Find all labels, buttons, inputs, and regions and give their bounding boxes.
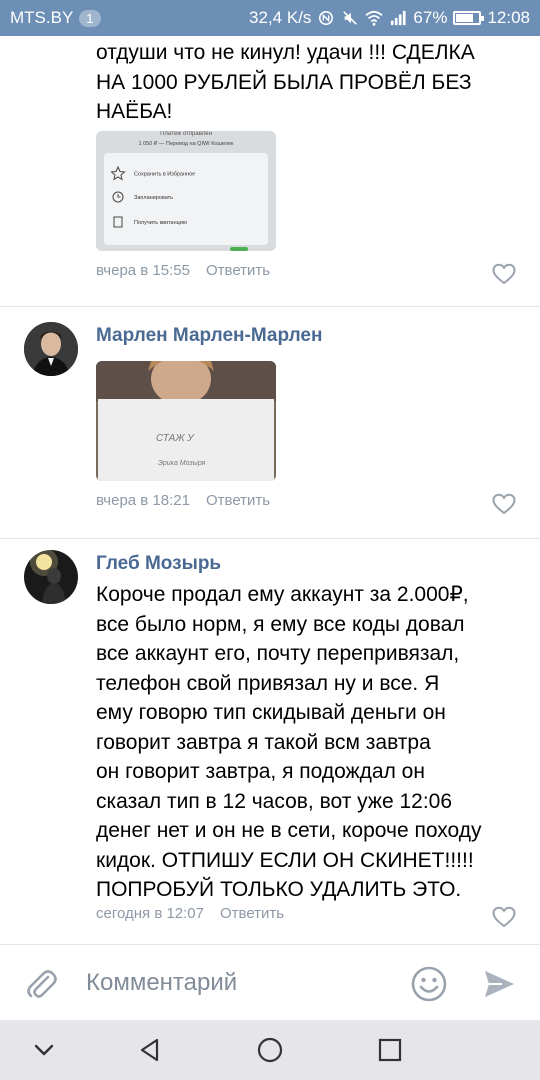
battery-percent: 67% bbox=[413, 8, 448, 27]
comment-text-line: сказал тип в 12 часов, вот уже 12:06 bbox=[96, 789, 453, 813]
signal-icon bbox=[391, 10, 406, 26]
comments-list[interactable]: отдуши что не кинул! удачи !!! СДЕЛКА НА… bbox=[0, 36, 540, 944]
notification-badge: 1 bbox=[79, 9, 101, 27]
clock: 12:08 bbox=[487, 8, 530, 27]
avatar-image bbox=[24, 322, 78, 376]
paper-text: Эрика Мозыря bbox=[158, 460, 206, 467]
wifi-icon bbox=[365, 10, 384, 26]
comment-text-line: телефон свой привязал ну и все. Я bbox=[96, 671, 440, 695]
navigation-bar bbox=[0, 1020, 540, 1080]
comment-text: Короче продал ему аккаунт за 2.000₽, все… bbox=[96, 580, 526, 905]
paper-text: СТАЖ У bbox=[156, 433, 195, 444]
comment-text-line: Короче продал ему аккаунт за 2.000₽, bbox=[96, 583, 469, 606]
send-icon[interactable] bbox=[482, 967, 516, 1001]
nfc-icon bbox=[319, 10, 334, 26]
comment-meta: сегодня в 12:07 Ответить bbox=[96, 905, 284, 922]
avatar[interactable] bbox=[24, 550, 78, 604]
payment-screenshot-attachment[interactable]: Платёж отправлен 1 050 ₽ — Перевод на QI… bbox=[96, 131, 276, 251]
photo-attachment[interactable]: СТАЖ У Эрика Мозыря bbox=[96, 361, 276, 481]
comment-text-line: все аккаунт его, почту перепривязал, bbox=[96, 642, 460, 665]
comment-text-line: ему говорю тип скидывай деньги он bbox=[96, 701, 446, 724]
battery-icon bbox=[453, 11, 485, 25]
status-bar: MTS.BY 1 32,4 K/s 67% 12:08 bbox=[0, 0, 540, 36]
reply-button[interactable]: Ответить bbox=[220, 905, 284, 922]
payment-header-title: Платёж отправлен bbox=[160, 131, 212, 137]
back-icon[interactable] bbox=[136, 1036, 164, 1064]
home-icon[interactable] bbox=[256, 1036, 284, 1064]
avatar[interactable] bbox=[24, 322, 78, 376]
like-heart-icon[interactable] bbox=[492, 493, 516, 515]
avatar-image bbox=[24, 550, 78, 604]
comment-text-line: отдуши что не кинул! удачи !!! СДЕЛКА bbox=[96, 41, 475, 64]
comment-text-line: говорит завтра я такой всм завтра bbox=[96, 730, 431, 754]
payment-screenshot-image: Платёж отправлен 1 050 ₽ — Перевод на QI… bbox=[96, 131, 276, 251]
payment-header-amount: 1 050 ₽ — Перевод на QIWI Кошелек bbox=[139, 140, 235, 147]
comment-meta: вчера в 15:55 Ответить bbox=[96, 262, 270, 279]
battery-level bbox=[456, 14, 473, 22]
comment-time: вчера в 18:21 bbox=[96, 492, 190, 509]
network-speed: 32,4 K/s bbox=[249, 8, 312, 27]
comment-input[interactable]: Комментарий bbox=[86, 969, 237, 997]
comment-text-line: денег нет и он не в сети, короче походу bbox=[96, 819, 482, 842]
comment-text-line: НА 1000 РУБЛЕЙ БЫЛА ПРОВЁЛ БЕЗ bbox=[96, 70, 472, 94]
like-heart-icon[interactable] bbox=[492, 263, 516, 285]
comment-text-line: НАЁБА! bbox=[96, 100, 173, 123]
like-heart-icon[interactable] bbox=[492, 906, 516, 928]
comment-text-line: все было норм, я ему все коды довал bbox=[96, 612, 465, 636]
carrier-name: MTS.BY bbox=[10, 8, 74, 27]
reply-button[interactable]: Ответить bbox=[206, 492, 270, 509]
comment-text-line: кидок. ОТПИШУ ЕСЛИ ОН СКИНЕТ!!!!! bbox=[96, 848, 474, 872]
comment-text: отдуши что не кинул! удачи !!! СДЕЛКА НА… bbox=[96, 38, 516, 127]
chevron-down-icon[interactable] bbox=[30, 1036, 58, 1064]
reply-button[interactable]: Ответить bbox=[206, 262, 270, 279]
comment-author[interactable]: Глеб Мозырь bbox=[96, 553, 221, 575]
svg-text:Сохранить в Избранное: Сохранить в Избранное bbox=[134, 172, 195, 178]
comment-time: сегодня в 12:07 bbox=[96, 905, 204, 922]
comment-text-line: он говорит завтра, я подождал он bbox=[96, 760, 425, 783]
svg-text:Запланировать: Запланировать bbox=[134, 195, 173, 201]
paperclip-icon[interactable] bbox=[24, 967, 58, 1001]
mute-icon bbox=[343, 11, 358, 25]
recents-icon[interactable] bbox=[376, 1036, 404, 1064]
comment-author[interactable]: Марлен Марлен-Марлен bbox=[96, 325, 322, 347]
screen: MTS.BY 1 32,4 K/s 67% 12:08 отдуши что н… bbox=[0, 0, 540, 1080]
comment-meta: вчера в 18:21 Ответить bbox=[96, 492, 270, 509]
comment-text-line: ПОПРОБУЙ ТОЛЬКО УДАЛИТЬ ЭТО. bbox=[96, 878, 462, 901]
comment-composer: Комментарий bbox=[0, 944, 540, 1020]
divider bbox=[0, 306, 540, 307]
divider bbox=[0, 538, 540, 539]
photo-image: СТАЖ У Эрика Мозыря bbox=[96, 361, 276, 481]
emoji-icon[interactable] bbox=[410, 965, 448, 1003]
svg-text:Получить квитанцию: Получить квитанцию bbox=[134, 220, 187, 226]
comment-time: вчера в 15:55 bbox=[96, 262, 190, 279]
